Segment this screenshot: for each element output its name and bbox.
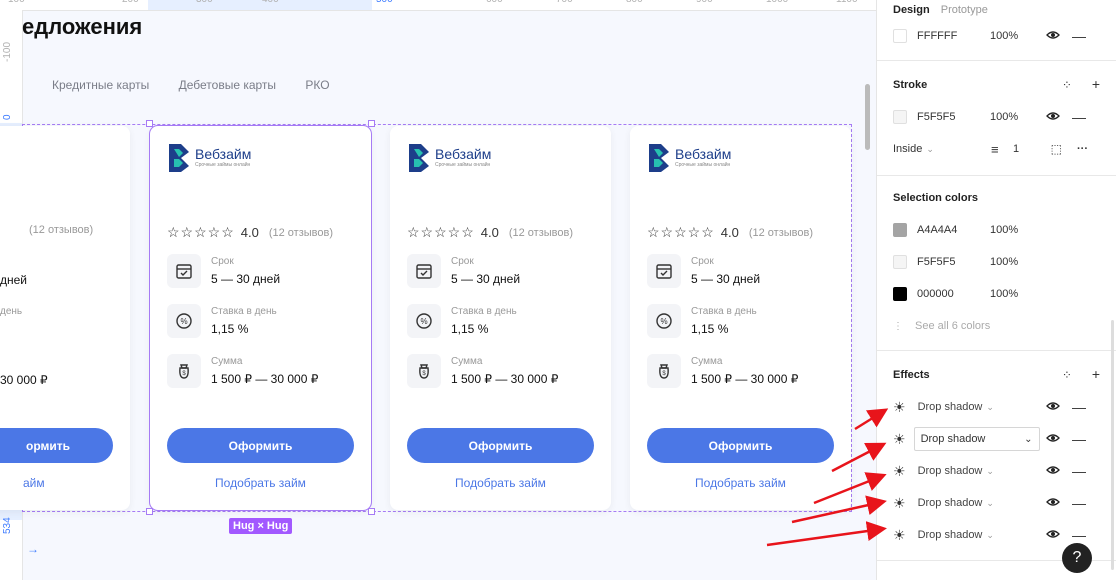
red-arrow	[766, 521, 887, 547]
red-arrow	[791, 495, 887, 524]
red-arrow	[831, 442, 887, 473]
red-arrow	[813, 472, 887, 505]
red-arrow	[854, 408, 889, 431]
annotation-arrows	[766, 408, 889, 547]
